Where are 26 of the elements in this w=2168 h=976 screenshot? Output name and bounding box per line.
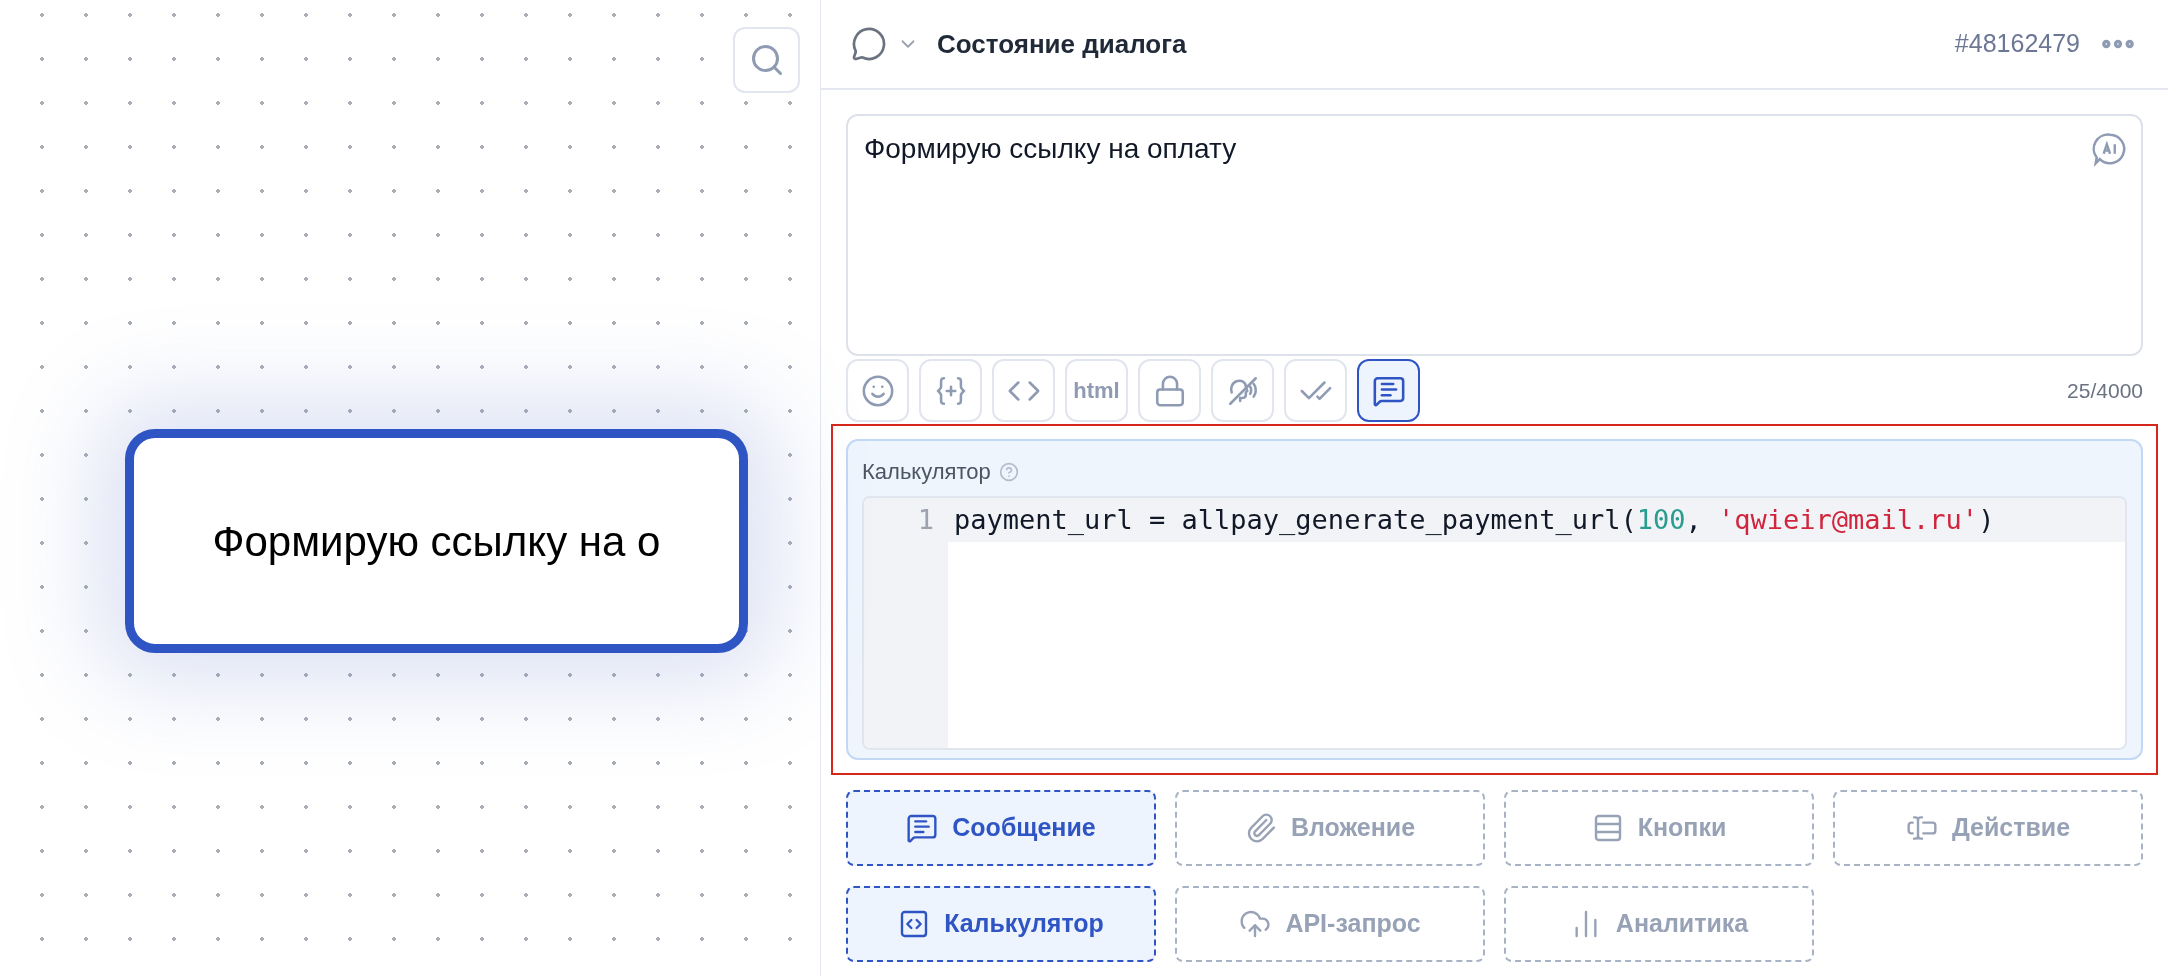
variable-button[interactable] <box>919 359 982 422</box>
mute-button[interactable] <box>1211 359 1274 422</box>
character-counter: 25/4000 <box>2067 377 2143 404</box>
chat-bubble-icon <box>851 26 887 62</box>
block-type-button[interactable]: Калькулятор <box>846 886 1156 962</box>
flow-node[interactable]: Формирую ссылку на о <box>125 429 748 653</box>
lock-button[interactable] <box>1138 359 1201 422</box>
message-icon <box>906 812 939 844</box>
message-field[interactable]: Формирую ссылку на оплату <box>846 114 2143 356</box>
message-text: Формирую ссылку на оплату <box>864 133 1237 164</box>
cloud-upload-icon <box>1239 908 1272 940</box>
dialog-id: #48162479 <box>1954 28 2080 60</box>
line-number: 1 <box>917 503 935 537</box>
emoji-button[interactable] <box>846 359 909 422</box>
message-button[interactable] <box>1357 359 1420 422</box>
search-button[interactable] <box>733 27 800 93</box>
smile-icon <box>860 373 895 408</box>
panel-title: Состояние диалога <box>937 27 1187 61</box>
calculator-label: Калькулятор <box>862 458 991 486</box>
help-icon[interactable] <box>998 461 1019 482</box>
read-button[interactable] <box>1284 359 1347 422</box>
code-editor[interactable]: 1 payment_url = allpay_generate_payment_url(100, 'qwieir@mail.ru') <box>862 496 2127 750</box>
node-text: Формирую ссылку на о <box>212 516 661 567</box>
code-button[interactable] <box>992 359 1055 422</box>
calculator-block[interactable]: Калькулятор 1 payment_url = allpay_generate_payment_url(100, 'qwieir@mail.ru') <box>831 424 2158 775</box>
block-type-button[interactable]: Сообщение <box>846 790 1156 866</box>
